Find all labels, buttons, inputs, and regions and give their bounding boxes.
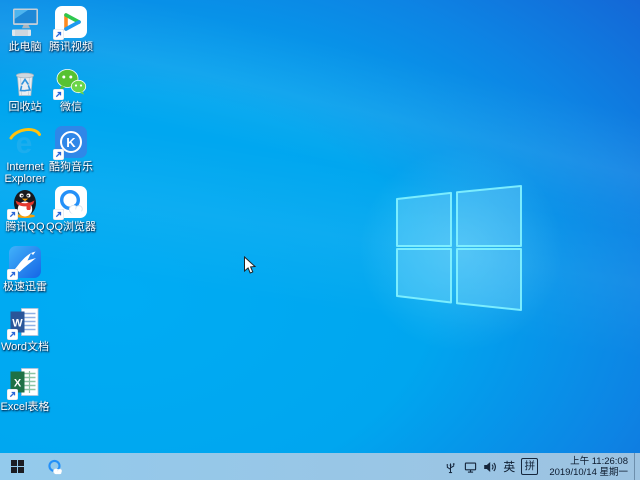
- mouse-cursor: [243, 256, 257, 276]
- tencent-qq-icon: [8, 185, 42, 219]
- network-tray-icon[interactable]: [462, 453, 478, 480]
- qq-browser-icon: [46, 458, 64, 476]
- shortcut-arrow-badge: [53, 29, 64, 40]
- shortcut-arrow-badge: [7, 329, 18, 340]
- icon-label: 微信: [45, 101, 97, 113]
- qq-browser-icon: [54, 185, 88, 219]
- ime-pinyin-indicator[interactable]: 拼: [521, 458, 538, 475]
- desktop-icon-excel-spreadsheet[interactable]: X Excel表格: [0, 365, 51, 413]
- recycle-bin-icon: [8, 65, 42, 99]
- desktop-icon-kugou-music[interactable]: K 酷狗音乐: [45, 125, 97, 173]
- desktop-icon-word-document[interactable]: W Word文档: [0, 305, 51, 353]
- desktop-icon-tencent-video[interactable]: 腾讯视频: [45, 5, 97, 53]
- icon-label: 酷狗音乐: [45, 161, 97, 173]
- ime-language-indicator[interactable]: 英: [503, 458, 515, 475]
- icon-label: 此电脑: [0, 41, 51, 53]
- desktop: 此电脑 腾讯视频: [0, 0, 640, 480]
- tencent-video-icon: [54, 5, 88, 39]
- taskbar-clock[interactable]: 上午 11:26:08 2019/10/14 星期一: [549, 456, 628, 478]
- shortcut-arrow-badge: [7, 269, 18, 280]
- shortcut-arrow-badge: [53, 209, 64, 220]
- desktop-icon-qq-browser[interactable]: QQ浏览器: [45, 185, 97, 233]
- icon-label: Internet Explorer: [0, 161, 51, 185]
- shortcut-arrow-badge: [53, 89, 64, 100]
- icon-label: Excel表格: [0, 401, 51, 413]
- icon-label: 腾讯QQ: [0, 221, 51, 233]
- icon-label: 回收站: [0, 101, 51, 113]
- desktop-icon-thunder[interactable]: 极速迅雷: [0, 245, 51, 293]
- thunder-icon: [8, 245, 42, 279]
- usb-device-tray-icon[interactable]: [442, 453, 458, 480]
- desktop-icon-internet-explorer[interactable]: e Internet Explorer: [0, 125, 51, 185]
- clock-time: 上午 11:26:08: [549, 456, 628, 467]
- taskbar-qq-browser-button[interactable]: [40, 453, 70, 480]
- shortcut-arrow-badge: [7, 389, 18, 400]
- kugou-music-icon: K: [54, 125, 88, 159]
- shortcut-arrow-badge: [7, 209, 18, 220]
- this-pc-icon: [8, 5, 42, 39]
- show-desktop-button[interactable]: [634, 453, 640, 480]
- volume-tray-icon[interactable]: [482, 453, 498, 480]
- start-button[interactable]: [0, 453, 34, 480]
- desktop-icon-wechat[interactable]: 微信: [45, 65, 97, 113]
- wechat-icon: [54, 65, 88, 99]
- windows-logo-wallpaper: [396, 185, 522, 311]
- svg-text:W: W: [12, 318, 23, 330]
- internet-explorer-icon: e: [8, 125, 42, 159]
- system-tray: 英 拼 上午 11:26:08 2019/10/14 星期一: [440, 453, 640, 480]
- icon-label: 极速迅雷: [0, 281, 51, 293]
- desktop-icon-tencent-qq[interactable]: 腾讯QQ: [0, 185, 51, 233]
- excel-spreadsheet-icon: X: [8, 365, 42, 399]
- svg-text:K: K: [66, 135, 76, 150]
- desktop-icon-recycle-bin[interactable]: 回收站: [0, 65, 51, 113]
- windows-start-icon: [11, 460, 24, 473]
- word-document-icon: W: [8, 305, 42, 339]
- desktop-icon-this-pc[interactable]: 此电脑: [0, 5, 51, 53]
- taskbar: 英 拼 上午 11:26:08 2019/10/14 星期一: [0, 453, 640, 480]
- svg-text:X: X: [14, 378, 22, 390]
- icon-label: 腾讯视频: [45, 41, 97, 53]
- clock-date: 2019/10/14 星期一: [549, 467, 628, 478]
- icon-label: QQ浏览器: [45, 221, 97, 233]
- icon-label: Word文档: [0, 341, 51, 353]
- shortcut-arrow-badge: [53, 149, 64, 160]
